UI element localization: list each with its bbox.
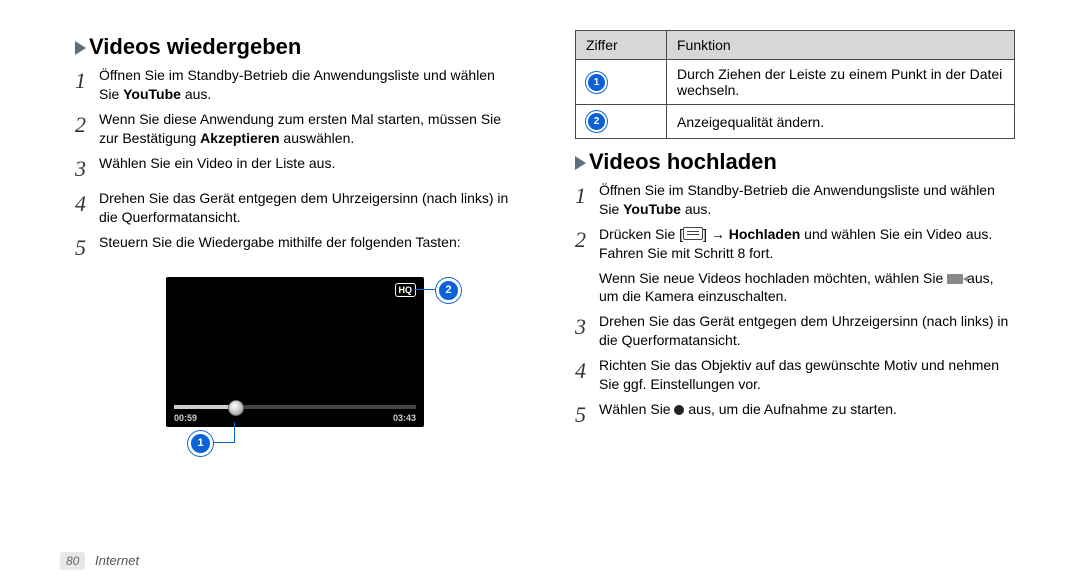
- step-number: 4: [575, 356, 599, 394]
- heading-upload-text: Videos hochladen: [589, 149, 777, 174]
- right-step-1: 1 Öffnen Sie im Standby-Betrieb die Anwe…: [575, 181, 1015, 219]
- left-step-5: 5 Steuern Sie die Wiedergabe mithilfe de…: [75, 233, 515, 263]
- heading-playback-text: Videos wiedergeben: [89, 34, 301, 59]
- th-funktion: Funktion: [667, 31, 1015, 60]
- step-number: 1: [75, 66, 99, 104]
- chevron-icon: [575, 156, 586, 170]
- heading-upload: Videos hochladen: [575, 149, 1015, 175]
- step-number: 1: [575, 181, 599, 219]
- table-cell: Durch Ziehen der Leiste zu einem Punkt i…: [667, 60, 1015, 105]
- step-body: Öffnen Sie im Standby-Betrieb die Anwend…: [599, 181, 1015, 219]
- step-number: 3: [75, 154, 99, 184]
- right-step-5: 5 Wählen Sie aus, um die Aufnahme zu sta…: [575, 400, 1015, 430]
- step-number: 2: [75, 110, 99, 148]
- step-number: 4: [75, 189, 99, 227]
- step-number: 3: [575, 312, 599, 350]
- callout-2-icon: 2: [586, 111, 607, 132]
- menu-icon: [683, 227, 703, 240]
- step-number: 2: [575, 225, 599, 263]
- th-ziffer: Ziffer: [576, 31, 667, 60]
- table-cell: Anzeigequalität ändern.: [667, 105, 1015, 139]
- page-number: 80: [60, 552, 85, 570]
- callout-1-icon: 1: [188, 431, 213, 456]
- left-step-2: 2 Wenn Sie diese Anwendung zum ersten Ma…: [75, 110, 515, 148]
- step-body: Öffnen Sie im Standby-Betrieb die Anwend…: [99, 66, 515, 104]
- progress-bar: [174, 405, 416, 409]
- right-step-2: 2 Drücken Sie [] → Hochladen und wählen …: [575, 225, 1015, 263]
- step-body: Wenn Sie diese Anwendung zum ersten Mal …: [99, 110, 515, 148]
- step-body: Drehen Sie das Gerät entgegen dem Uhrzei…: [99, 189, 515, 227]
- scrubber-knob: [228, 400, 244, 416]
- step-body: Richten Sie das Objektiv auf das gewünsc…: [599, 356, 1015, 394]
- video-illustration: HQ 00:59 03:43 1: [75, 277, 515, 427]
- step-number: 5: [575, 400, 599, 430]
- camera-icon: [947, 274, 963, 284]
- right-step-4: 4 Richten Sie das Objektiv auf das gewün…: [575, 356, 1015, 394]
- step-number: 5: [75, 233, 99, 263]
- heading-playback: Videos wiedergeben: [75, 34, 515, 60]
- footer-section: Internet: [95, 553, 139, 568]
- left-step-4: 4 Drehen Sie das Gerät entgegen dem Uhrz…: [75, 189, 515, 227]
- callout-2-icon: 2: [436, 278, 461, 303]
- step-body: Steuern Sie die Wiedergabe mithilfe der …: [99, 233, 515, 263]
- table-header-row: Ziffer Funktion: [576, 31, 1015, 60]
- right-step-2-note: Wenn Sie neue Videos hochladen möchten, …: [599, 269, 1015, 307]
- table-row: 1 Durch Ziehen der Leiste zu einem Punkt…: [576, 60, 1015, 105]
- left-step-3: 3 Wählen Sie ein Video in der Liste aus.: [75, 154, 515, 184]
- callout-1-icon: 1: [586, 72, 607, 93]
- time-total: 03:43: [393, 413, 416, 423]
- step-body: Drehen Sie das Gerät entgegen dem Uhrzei…: [599, 312, 1015, 350]
- step-body: Wählen Sie ein Video in der Liste aus.: [99, 154, 515, 184]
- time-elapsed: 00:59: [174, 413, 197, 423]
- function-table: Ziffer Funktion 1 Durch Ziehen der Leist…: [575, 30, 1015, 139]
- chevron-icon: [75, 41, 86, 55]
- video-player: HQ 00:59 03:43: [166, 277, 424, 427]
- hq-badge: HQ: [395, 283, 417, 297]
- step-body: Wählen Sie aus, um die Aufnahme zu start…: [599, 400, 1015, 430]
- progress-area: 00:59 03:43: [174, 405, 416, 423]
- step-body: Drücken Sie [] → Hochladen und wählen Si…: [599, 225, 1015, 263]
- left-step-1: 1 Öffnen Sie im Standby-Betrieb die Anwe…: [75, 66, 515, 104]
- page-footer: 80 Internet: [60, 552, 139, 570]
- record-icon: [674, 405, 684, 415]
- right-step-3: 3 Drehen Sie das Gerät entgegen dem Uhrz…: [575, 312, 1015, 350]
- table-row: 2 Anzeigequalität ändern.: [576, 105, 1015, 139]
